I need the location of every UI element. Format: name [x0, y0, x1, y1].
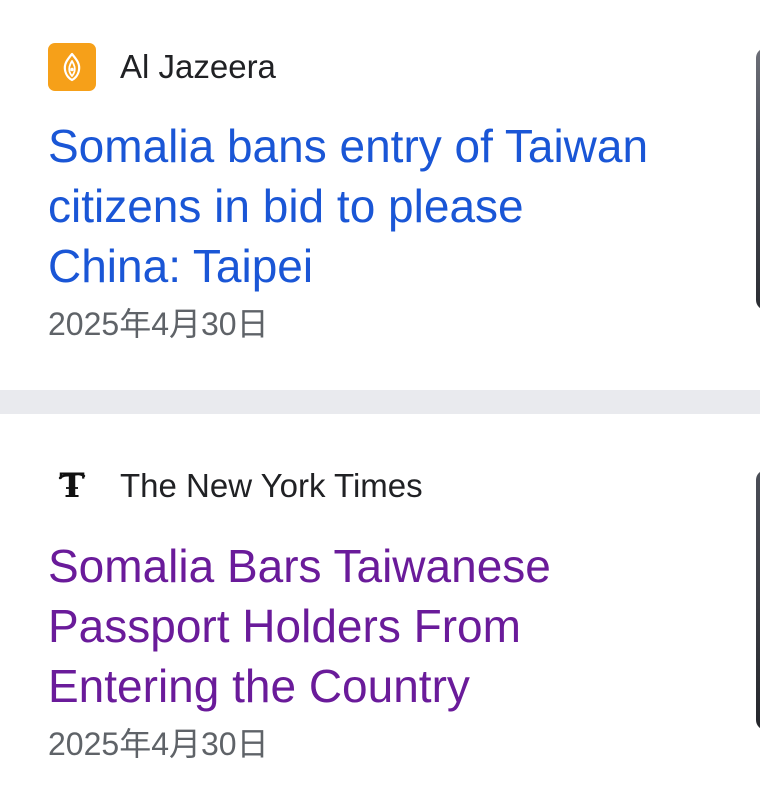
- source-name: The New York Times: [120, 467, 423, 504]
- source-row: T The New York Times: [48, 462, 423, 510]
- headline-link[interactable]: Somalia Bars Taiwanese Passport Holders …: [48, 536, 668, 716]
- news-card[interactable]: Al Jazeera Somalia bans entry of Taiwan …: [0, 0, 760, 390]
- published-date: 2025年4月30日: [48, 726, 269, 762]
- source-row: Al Jazeera: [48, 43, 276, 91]
- news-card[interactable]: T The New York Times Somalia Bars Taiwan…: [0, 414, 760, 799]
- news-feed: Al Jazeera Somalia bans entry of Taiwan …: [0, 0, 760, 799]
- article-thumbnail[interactable]: [756, 470, 760, 730]
- source-name: Al Jazeera: [120, 48, 276, 85]
- published-date: 2025年4月30日: [48, 306, 269, 342]
- al-jazeera-logo-icon: [48, 43, 96, 91]
- nyt-logo-icon: T: [48, 462, 96, 510]
- headline-link[interactable]: Somalia bans entry of Taiwan citizens in…: [48, 116, 668, 296]
- article-thumbnail[interactable]: [756, 48, 760, 310]
- card-divider: [0, 390, 760, 414]
- svg-text:T: T: [59, 466, 84, 506]
